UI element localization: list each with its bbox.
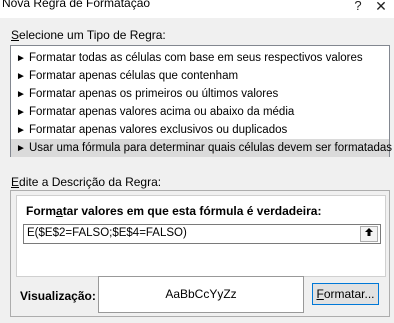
format-button[interactable]: Formatar... [312,283,379,305]
rule-type-label: Selecione um Tipo de Regra: [11,28,166,42]
collapse-dialog-button[interactable] [360,226,378,242]
preview-label: Visualização: [20,289,96,303]
arrow-right-icon: ► [16,71,26,82]
rule-item-unique-duplicate[interactable]: ► Formatar apenas valores exclusivos ou d… [16,121,389,139]
rule-item-label: Formatar apenas os primeiros ou últimos … [29,88,279,100]
description-label-text: dite a Descrição da Regra: [19,175,162,189]
rule-item-top-bottom[interactable]: ► Formatar apenas os primeiros ou últimos… [16,85,389,103]
rule-item-label: Usar uma fórmula para determinar quais c… [29,142,393,154]
help-button[interactable]: ? [350,0,366,14]
rule-type-list[interactable]: ► Formatar todas as células com base em s… [10,45,393,157]
description-label-accel: E [11,175,20,189]
arrow-right-icon: ► [16,125,26,136]
rule-type-label-accel: S [11,28,20,42]
format-button-accel: F [316,287,324,301]
formula-input[interactable]: E($E$2=FALSO;$E$4=FALSO) [23,224,381,244]
window-title: Nova Regra de Formatação [2,0,151,10]
rule-item-label: Formatar apenas células que contenham [29,70,239,82]
rule-type-label-text: elecione um Tipo de Regra: [19,28,166,42]
rule-item-all-cells[interactable]: ► Formatar todas as células com base em s… [16,49,389,67]
preview-box: AaBbCcYyZz [98,276,304,313]
up-arrow-icon [365,228,373,236]
formula-label: Formatar valores em que esta fórmula é v… [26,204,321,218]
rule-item-label: Formatar todas as células com base em se… [29,52,363,64]
formula-panel: Formatar valores em que esta fórmula é v… [16,195,386,277]
arrow-right-icon: ► [16,143,26,154]
rule-description-panel: Formatar valores em que esta fórmula é v… [10,190,390,317]
arrow-right-icon: ► [16,107,26,118]
rule-item-label: Formatar apenas valores acima ou abaixo … [29,106,295,118]
formula-value: E($E$2=FALSO;$E$4=FALSO) [27,227,187,239]
formula-label-accel: a [56,204,63,218]
rule-item-formula[interactable]: ► Usar uma fórmula para determinar quais … [11,139,393,157]
rule-item-above-below-average[interactable]: ► Formatar apenas valores acima ou abaixo… [16,103,389,121]
formula-label-b: tar valores em que esta fórmula é verdad… [62,204,322,218]
title-bar: Nova Regra de Formatação ? ✕ [0,0,394,18]
arrow-right-icon: ► [16,53,26,64]
close-button[interactable]: ✕ [373,0,389,14]
formula-label-a: Form [26,204,56,218]
rule-item-contain[interactable]: ► Formatar apenas células que contenham [16,67,389,85]
format-button-label: ormatar... [323,287,375,301]
arrow-right-icon: ► [16,89,26,100]
rule-item-label: Formatar apenas valores exclusivos ou du… [29,124,288,136]
description-label: Edite a Descrição da Regra: [11,175,161,189]
